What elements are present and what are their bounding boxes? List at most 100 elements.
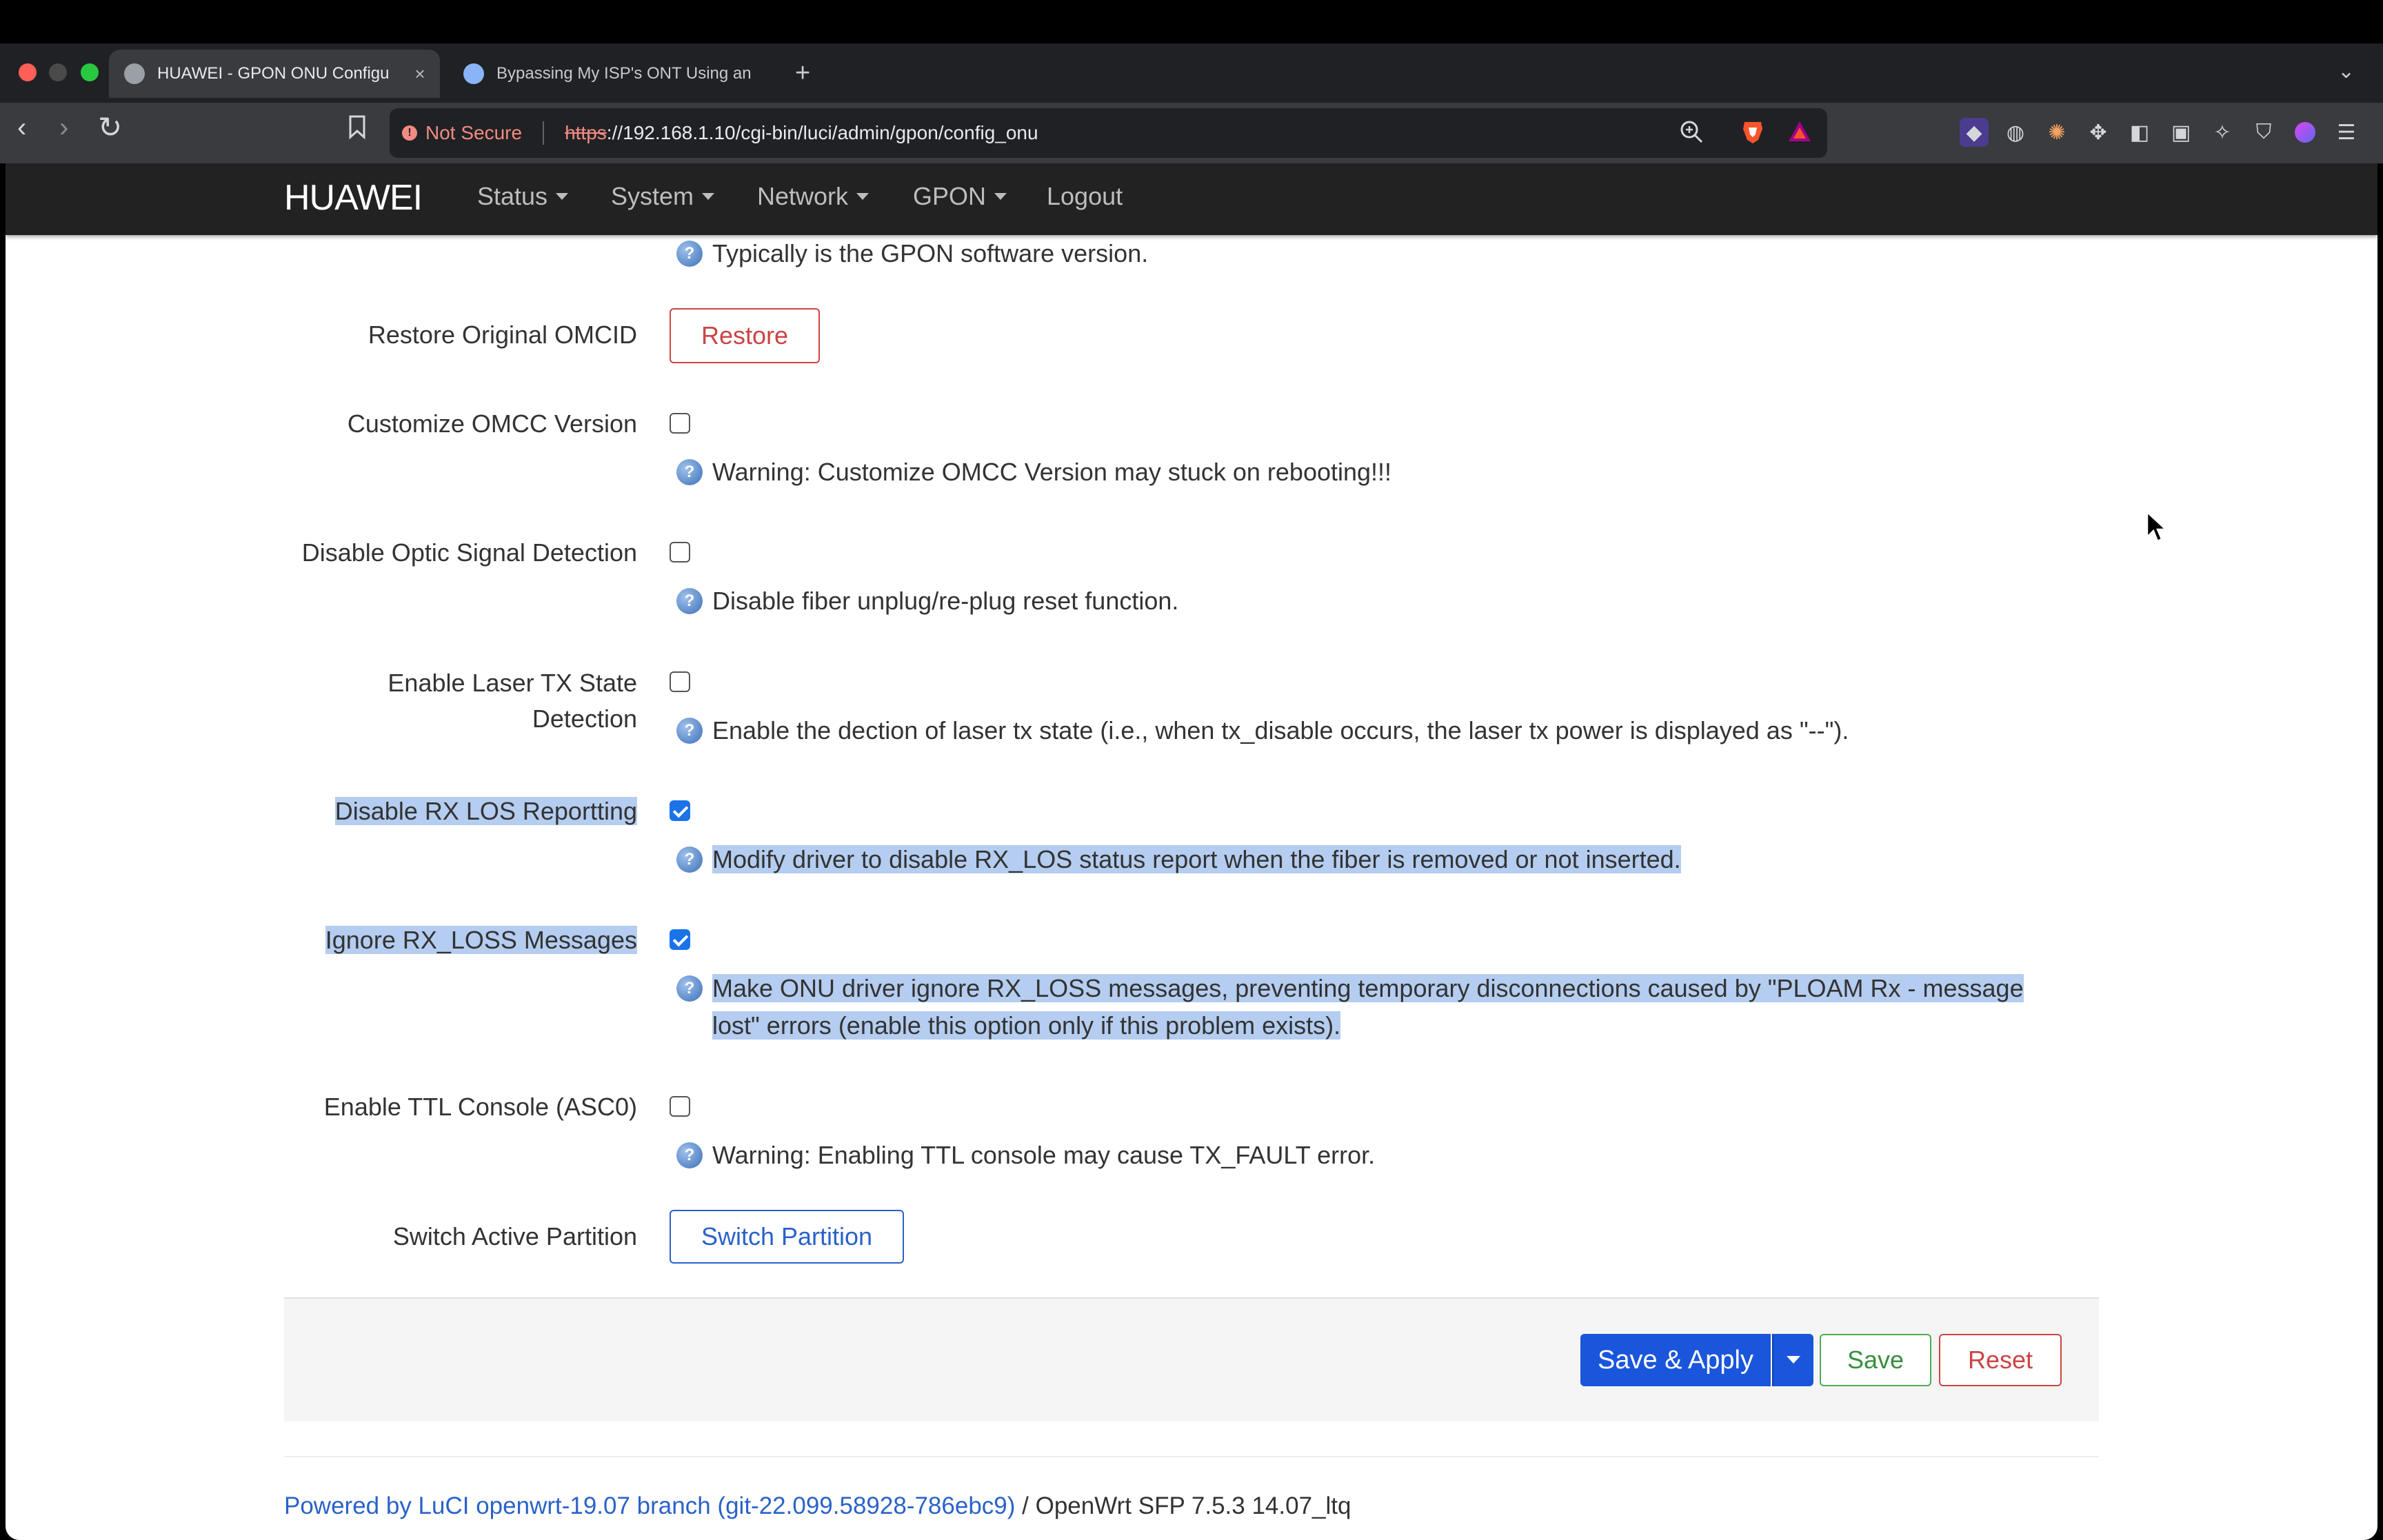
new-tab-button[interactable]: +: [795, 59, 810, 87]
optic-detection-checkbox[interactable]: [670, 542, 690, 563]
rx-los-label: Disable RX LOS Reportting: [334, 794, 637, 829]
laser-tx-label-line2: Detection: [532, 705, 637, 733]
footer-version: / OpenWrt SFP 7.5.3 14.07_ltq: [1015, 1492, 1351, 1519]
ttl-console-label: Enable TTL Console (ASC0): [323, 1093, 637, 1121]
caret-down-icon: [556, 193, 569, 200]
bookmark-icon[interactable]: [348, 114, 366, 139]
wallet-icon[interactable]: ▣: [2166, 118, 2195, 147]
profile-avatar-icon[interactable]: [2291, 118, 2320, 147]
help-icon: ?: [676, 1142, 703, 1168]
rx-loss-note-line1: Make ONU driver ignore RX_LOSS messages,…: [712, 974, 2024, 1002]
rx-loss-note-line2: lost" errors (enable this option only if…: [712, 1011, 1341, 1040]
menu-network-label: Network: [757, 182, 849, 210]
save-apply-dropdown-icon[interactable]: [1772, 1334, 1813, 1386]
ttl-console-note: ? Warning: Enabling TTL console may caus…: [676, 1137, 1375, 1174]
rx-los-note-text: Modify driver to disable RX_LOS status r…: [712, 845, 1681, 873]
rx-loss-note: ? Make ONU driver ignore RX_LOSS message…: [676, 970, 2024, 1044]
rx-los-checkbox[interactable]: [670, 800, 690, 821]
rx-loss-label: Ignore RX_LOSS Messages: [325, 923, 637, 958]
not-secure-indicator[interactable]: ! Not Secure: [402, 122, 522, 144]
menu-system[interactable]: System: [611, 182, 715, 211]
tab-title: Bypassing My ISP's ONT Using an: [496, 64, 752, 83]
menu-gpon[interactable]: GPON: [913, 182, 1007, 211]
extension-diamond-icon[interactable]: ◆: [1960, 118, 1989, 147]
extension-globe-icon[interactable]: ◍: [2001, 118, 2030, 147]
browser-tab-active[interactable]: HUAWEI - GPON ONU Configu ×: [109, 50, 440, 98]
extension-sun-icon[interactable]: ✺: [2042, 118, 2071, 147]
zoom-icon[interactable]: [1678, 118, 1705, 145]
extensions-toolbar: ◆ ◍ ✺ ✥ ◧ ▣ ✧ ⛉ ☰: [1960, 112, 2361, 153]
rx-loss-checkbox[interactable]: [670, 929, 690, 950]
help-icon: ?: [676, 588, 703, 614]
ttl-console-checkbox[interactable]: [670, 1096, 690, 1117]
page-viewport: HUAWEI Status System Network GPON Logout…: [6, 163, 2377, 1540]
window-zoom-button[interactable]: [81, 63, 99, 81]
reset-button[interactable]: Reset: [1939, 1334, 2062, 1386]
menu-status-label: Status: [477, 182, 548, 210]
rx-los-note: ? Modify driver to disable RX_LOS status…: [676, 841, 1681, 878]
laser-tx-label-line1: Enable Laser TX State: [388, 669, 637, 697]
help-icon: ?: [676, 975, 703, 1002]
page-footer: Powered by LuCI openwrt-19.07 branch (gi…: [284, 1492, 1351, 1520]
window-close-button[interactable]: [19, 63, 37, 81]
browser-tab[interactable]: Bypassing My ISP's ONT Using an: [452, 50, 776, 98]
luci-header: HUAWEI Status System Network GPON Logout: [6, 163, 2377, 235]
sidebar-icon[interactable]: ◧: [2125, 118, 2154, 147]
save-button[interactable]: Save: [1820, 1334, 1931, 1386]
menu-system-label: System: [611, 182, 694, 210]
back-arrow-icon[interactable]: ‹: [17, 112, 26, 143]
address-bar[interactable]: ! Not Secure https://192.168.1.10/cgi-bi…: [390, 108, 1827, 158]
menu-gpon-label: GPON: [913, 182, 987, 210]
brave-shields-icon[interactable]: [1739, 118, 1767, 145]
optic-detection-note: ? Disable fiber unplug/re-plug reset fun…: [676, 582, 1178, 620]
caret-down-icon: [994, 193, 1007, 200]
forward-arrow-icon[interactable]: ›: [59, 112, 68, 143]
url-scheme: https: [565, 122, 607, 143]
laser-tx-label: Enable Laser TX State Detection: [388, 665, 637, 737]
switch-partition-button[interactable]: Switch Partition: [670, 1210, 904, 1264]
help-icon: ?: [676, 847, 703, 873]
url-divider: [543, 121, 545, 145]
menu-hamburger-icon[interactable]: ☰: [2332, 118, 2361, 147]
rx-loss-label-text: Ignore RX_LOSS Messages: [325, 926, 637, 954]
brand-logo[interactable]: HUAWEI: [284, 177, 423, 219]
laser-tx-checkbox[interactable]: [670, 671, 690, 692]
warning-icon: !: [402, 125, 417, 141]
leo-ai-icon[interactable]: ✧: [2208, 118, 2237, 147]
switch-partition-label: Switch Active Partition: [392, 1222, 637, 1250]
brave-rewards-icon[interactable]: [1786, 118, 1813, 145]
menu-network[interactable]: Network: [757, 182, 869, 211]
menu-status[interactable]: Status: [477, 182, 569, 211]
caret-down-icon: [856, 193, 869, 200]
footer-divider: [284, 1456, 2099, 1457]
url-text: ://192.168.1.10/cgi-bin/luci/admin/gpon/…: [606, 122, 1038, 143]
restore-omcid-label: Restore Original OMCID: [368, 321, 637, 349]
rx-los-label-text: Disable RX LOS Reportting: [334, 797, 637, 825]
optic-detection-label: Disable Optic Signal Detection: [301, 538, 637, 567]
help-icon: ?: [676, 241, 703, 267]
omcc-version-checkbox[interactable]: [670, 413, 690, 434]
restore-button[interactable]: Restore: [670, 308, 820, 363]
software-version-note: ? Typically is the GPON software version…: [676, 235, 1148, 272]
mouse-cursor-icon: [2146, 511, 2169, 543]
close-tab-icon[interactable]: ×: [410, 63, 430, 85]
omcc-version-note: ? Warning: Customize OMCC Version may st…: [676, 454, 1391, 491]
menu-logout[interactable]: Logout: [1047, 182, 1123, 211]
not-secure-label: Not Secure: [425, 122, 523, 143]
huawei-favicon-icon: [124, 63, 145, 84]
help-icon: ?: [676, 459, 703, 485]
luci-footer-link[interactable]: Powered by LuCI openwrt-19.07 branch (gi…: [284, 1492, 1015, 1519]
help-icon: ?: [676, 718, 703, 744]
globe-favicon-icon: [463, 63, 484, 84]
vpn-shield-icon[interactable]: ⛉: [2249, 118, 2278, 147]
reload-icon[interactable]: ↻: [98, 112, 122, 143]
laser-tx-note: ? Enable the dection of laser tx state (…: [676, 712, 1849, 749]
tab-title: HUAWEI - GPON ONU Configu: [157, 64, 390, 83]
tab-search-chevron-icon[interactable]: ⌄: [2337, 59, 2355, 83]
omcc-version-label: Customize OMCC Version: [347, 409, 637, 438]
extensions-puzzle-icon[interactable]: ✥: [2084, 118, 2113, 147]
menu-logout-label: Logout: [1047, 182, 1123, 210]
window-minimize-button[interactable]: [49, 63, 67, 81]
caret-down-icon: [702, 193, 715, 200]
save-apply-button[interactable]: Save & Apply: [1580, 1334, 1771, 1386]
